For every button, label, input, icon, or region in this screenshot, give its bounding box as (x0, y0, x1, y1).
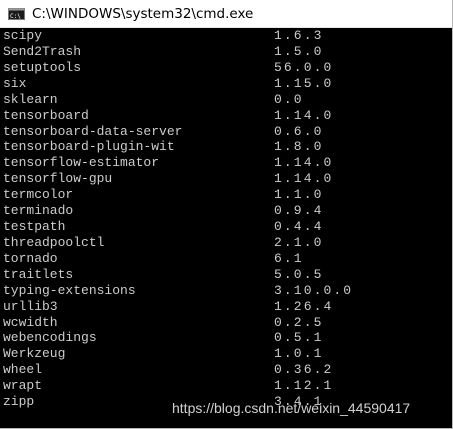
console-line: termcolor 1.1.0 (0, 187, 452, 203)
console-line: webencodings 0.5.1 (0, 330, 452, 346)
package-name: tornado (3, 250, 58, 266)
package-version: 3.10.0.0 (274, 282, 354, 298)
console-line: typing-extensions 3.10.0.0 (0, 282, 452, 299)
window-title: C:\WINDOWS\system32\cmd.exe (32, 5, 254, 22)
package-name: testpath (3, 219, 66, 235)
console-line: setuptools 56.0.0 (0, 59, 452, 76)
package-version: 0.9.4 (274, 203, 324, 219)
package-version: 1.14.0 (274, 107, 334, 123)
package-version: 1.5.0 (274, 43, 324, 59)
package-version: 1.1.0 (274, 187, 324, 203)
package-name: tensorflow-gpu (3, 171, 113, 187)
package-name: Send2Trash (3, 43, 82, 59)
console-line: wrapt 1.12.1 (0, 378, 452, 394)
cmd-window: C:\ C:\WINDOWS\system32\cmd.exe scipy 1.6… (0, 0, 453, 429)
package-version: 1.15.0 (274, 75, 334, 91)
package-name: webencodings (3, 330, 97, 346)
package-name: typing-extensions (3, 282, 136, 298)
package-name: six (3, 75, 27, 91)
console-line: tensorflow-estimator 1.14.0 (0, 155, 452, 171)
package-version: 2.1.0 (274, 234, 324, 250)
package-name: tensorflow-estimator (3, 155, 160, 171)
watermark-text: https://blog.csdn.net/weixin_44590417 (172, 400, 411, 416)
package-name: traitlets (3, 266, 74, 282)
console-line: traitlets 5.0.5 (0, 266, 452, 283)
console-line: scipy 1.6.3 (0, 28, 452, 44)
console-line: tensorflow-gpu 1.14.0 (0, 171, 452, 187)
console-line: tornado 6.1 (0, 250, 452, 267)
package-version: 1.12.1 (274, 378, 334, 394)
console-line: threadpoolctl 2.1.0 (0, 234, 452, 251)
package-name: terminado (3, 203, 74, 219)
console-output[interactable]: scipy 1.6.3 Send2Trash 1.5.0 setuptools 56.0.… (0, 28, 452, 428)
package-name: tensorboard-plugin-wit (3, 139, 175, 155)
package-version: 1.6.3 (274, 28, 324, 43)
package-version: 0.5.1 (274, 330, 324, 346)
console-line: six 1.15.0 (0, 75, 452, 92)
console-line: wcwidth 0.2.5 (0, 314, 452, 331)
console-line: urllib3 1.26.4 (0, 298, 452, 315)
package-name: Werkzeug (3, 346, 66, 362)
package-version: 0.6.0 (274, 123, 324, 139)
package-name: zipp (3, 394, 35, 410)
package-version: 56.0.0 (274, 59, 334, 75)
package-name: setuptools (3, 59, 82, 75)
package-version: 5.0.5 (274, 266, 324, 282)
console-line: tensorboard-plugin-wit 1.8.0 (0, 139, 452, 155)
package-name: tensorboard-data-server (3, 123, 183, 139)
package-version: 0.36.2 (274, 362, 334, 378)
package-version: 1.14.0 (274, 171, 334, 187)
package-name: wheel (3, 362, 43, 378)
console-line: terminado 0.9.4 (0, 203, 452, 219)
console-line: testpath 0.4.4 (0, 219, 452, 235)
console-line: Werkzeug 1.0.1 (0, 346, 452, 362)
cmd-console-icon: C:\ (8, 7, 25, 20)
package-name: wcwidth (3, 314, 58, 330)
package-version: 6.1 (274, 250, 304, 266)
console-line: wheel 0.36.2 (0, 362, 452, 378)
console-line: Send2Trash 1.5.0 (0, 43, 452, 60)
console-line: sklearn 0.0 (0, 91, 452, 108)
console-line: tensorboard 1.14.0 (0, 107, 452, 124)
package-name: threadpoolctl (3, 234, 105, 250)
package-version: 1.14.0 (274, 155, 334, 171)
package-version: 1.26.4 (274, 298, 334, 314)
package-name: wrapt (3, 378, 43, 394)
package-version: 1.8.0 (274, 139, 324, 155)
package-name: scipy (3, 28, 43, 43)
svg-text:C:\: C:\ (10, 13, 21, 20)
package-version: 1.0.1 (274, 346, 324, 362)
package-name: tensorboard (3, 107, 89, 123)
package-version: 0.2.5 (274, 314, 324, 330)
console-line: tensorboard-data-server 0.6.0 (0, 123, 452, 140)
package-name: sklearn (3, 91, 58, 107)
package-name: termcolor (3, 187, 74, 203)
package-version: 0.4.4 (274, 219, 324, 235)
package-version: 0.0 (274, 91, 304, 107)
title-bar[interactable]: C:\ C:\WINDOWS\system32\cmd.exe (0, 0, 452, 28)
package-name: urllib3 (3, 298, 58, 314)
